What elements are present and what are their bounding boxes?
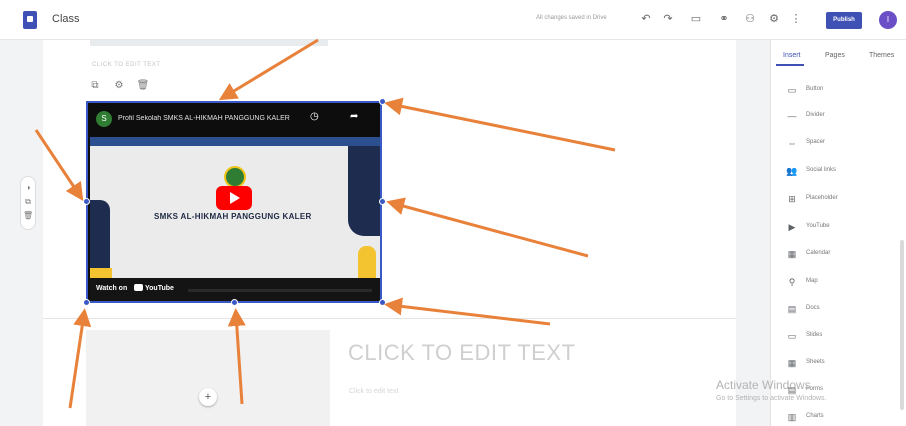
arrow-bottom [227, 308, 246, 405]
annotation-arrows [34, 38, 616, 409]
arrow-left [34, 129, 84, 201]
sites-editor: Class All changes saved in Drive ↶ ↷ ▭ ⚭… [0, 0, 906, 426]
arrow-bottom-right [384, 297, 551, 326]
arrow-top [218, 38, 319, 101]
arrow-top-right [384, 97, 616, 152]
arrow-right [386, 197, 589, 258]
arrow-bottom-left [68, 308, 92, 409]
